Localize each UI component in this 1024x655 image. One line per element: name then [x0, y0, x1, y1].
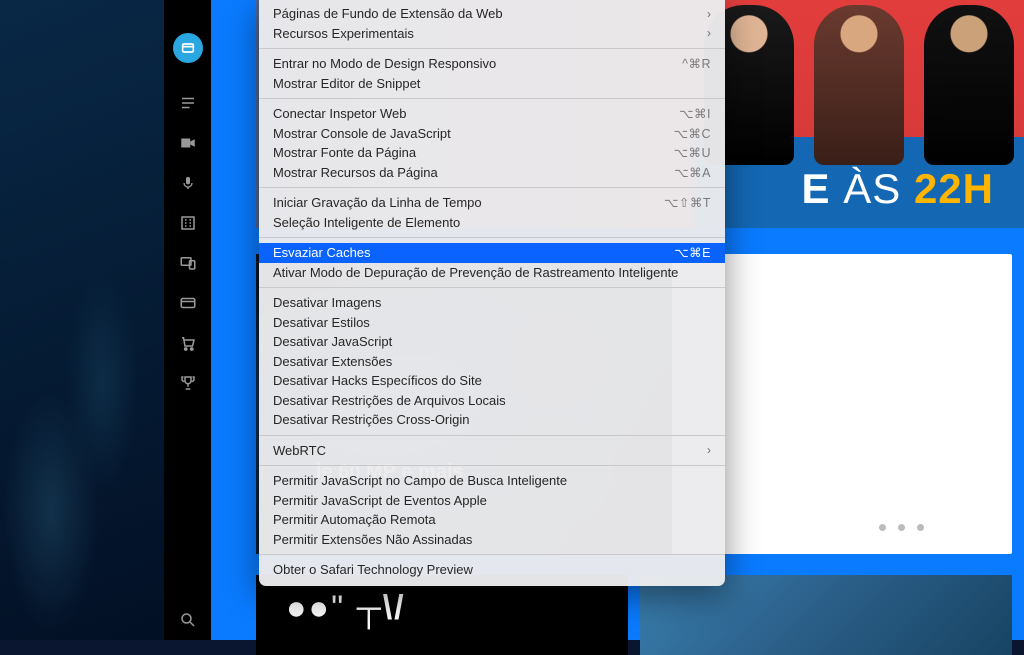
- menu-item[interactable]: Mostrar Editor de Snippet: [259, 74, 725, 94]
- menu-item-shortcut: ⌥⌘I: [679, 106, 711, 121]
- strip-tile-tv[interactable]: ●●" ┬\/: [256, 575, 628, 655]
- menu-item-shortcut: ⌥⌘C: [674, 126, 711, 141]
- menu-item[interactable]: Ativar Modo de Depuração de Prevenção de…: [259, 263, 725, 283]
- menu-item-label: Desativar Hacks Específicos do Site: [273, 373, 482, 388]
- hero-person: [814, 5, 904, 165]
- cart-icon[interactable]: [178, 333, 198, 353]
- menu-item-label: Desativar Restrições de Arquivos Locais: [273, 393, 506, 408]
- develop-menu[interactable]: Páginas de Fundo de Extensão da Web›Recu…: [259, 0, 725, 586]
- menu-item-shortcut: ⌥⇧⌘T: [664, 195, 711, 210]
- menu-item-label: Seleção Inteligente de Elemento: [273, 215, 460, 230]
- menu-item-label: Permitir Automação Remota: [273, 512, 436, 527]
- building-icon[interactable]: [178, 213, 198, 233]
- chevron-right-icon: ›: [707, 26, 711, 40]
- menu-item[interactable]: Esvaziar Caches ⌥⌘E: [259, 243, 725, 263]
- menu-item-label: WebRTC: [273, 443, 326, 458]
- menu-item-label: Desativar JavaScript: [273, 334, 392, 349]
- menu-separator: [259, 98, 725, 99]
- devices-icon[interactable]: [178, 253, 198, 273]
- menu-item[interactable]: Páginas de Fundo de Extensão da Web ›: [259, 4, 725, 24]
- menu-item[interactable]: Desativar Hacks Específicos do Site: [259, 371, 725, 391]
- site-logo[interactable]: [173, 33, 203, 63]
- bottom-strip: ●●" ┬\/: [256, 575, 1012, 655]
- menu-item[interactable]: Obter o Safari Technology Preview: [259, 560, 725, 580]
- menu-item-label: Permitir Extensões Não Assinadas: [273, 532, 472, 547]
- menu-item[interactable]: Desativar JavaScript: [259, 332, 725, 352]
- menu-separator: [259, 287, 725, 288]
- chevron-right-icon: ›: [707, 443, 711, 457]
- menu-item-label: Desativar Imagens: [273, 295, 381, 310]
- menu-item-label: Esvaziar Caches: [273, 245, 371, 260]
- menu-item[interactable]: Permitir JavaScript de Eventos Apple: [259, 491, 725, 511]
- hero-text-prefix: E: [802, 165, 831, 212]
- menu-item[interactable]: Permitir Extensões Não Assinadas: [259, 530, 725, 550]
- menu-item-label: Mostrar Editor de Snippet: [273, 76, 420, 91]
- menu-item[interactable]: Desativar Restrições de Arquivos Locais: [259, 391, 725, 411]
- menu-separator: [259, 237, 725, 238]
- app-sidebar: [164, 0, 211, 640]
- menu-item-label: Iniciar Gravação da Linha de Tempo: [273, 195, 482, 210]
- mic-icon[interactable]: [178, 173, 198, 193]
- menu-item[interactable]: Permitir JavaScript no Campo de Busca In…: [259, 471, 725, 491]
- menu-separator: [259, 554, 725, 555]
- badge-icon[interactable]: [178, 293, 198, 313]
- menu-item-label: Permitir JavaScript de Eventos Apple: [273, 493, 487, 508]
- tv-logo-text: ●●" ┬\/: [286, 589, 406, 628]
- menu-item[interactable]: Desativar Estilos: [259, 313, 725, 333]
- menu-item-label: Ativar Modo de Depuração de Prevenção de…: [273, 265, 678, 280]
- hero-person: [924, 5, 1014, 165]
- menu-item[interactable]: Desativar Imagens: [259, 293, 725, 313]
- hero-text: E ÀS 22H: [802, 165, 994, 213]
- menu-item[interactable]: Seleção Inteligente de Elemento: [259, 213, 725, 233]
- menu-item-label: Permitir JavaScript no Campo de Busca In…: [273, 473, 567, 488]
- menu-separator: [259, 435, 725, 436]
- menu-item-label: Mostrar Fonte da Página: [273, 145, 416, 160]
- menu-item-shortcut: ⌥⌘A: [674, 165, 711, 180]
- menu-item[interactable]: Permitir Automação Remota: [259, 510, 725, 530]
- carousel-dot[interactable]: [917, 524, 924, 531]
- lines-icon[interactable]: [178, 93, 198, 113]
- menu-item-label: Mostrar Console de JavaScript: [273, 126, 451, 141]
- menu-separator: [259, 48, 725, 49]
- menu-item-label: Desativar Extensões: [273, 354, 392, 369]
- menu-item[interactable]: Conectar Inspetor Web ⌥⌘I: [259, 104, 725, 124]
- camera-icon[interactable]: [178, 133, 198, 153]
- menu-item-shortcut: ⌥⌘E: [674, 245, 711, 260]
- menu-item-label: Desativar Estilos: [273, 315, 370, 330]
- menu-item-shortcut: ^⌘R: [682, 56, 711, 71]
- menu-item-label: Obter o Safari Technology Preview: [273, 562, 473, 577]
- menu-item-label: Recursos Experimentais: [273, 26, 414, 41]
- menu-item[interactable]: WebRTC ›: [259, 441, 725, 461]
- menu-item-label: Mostrar Recursos da Página: [273, 165, 438, 180]
- search-icon[interactable]: [178, 610, 198, 630]
- trophy-icon[interactable]: [178, 373, 198, 393]
- menu-item-label: Conectar Inspetor Web: [273, 106, 406, 121]
- menu-item-shortcut: ⌥⌘U: [674, 145, 711, 160]
- menu-item-label: Entrar no Modo de Design Responsivo: [273, 56, 496, 71]
- carousel-dots[interactable]: [879, 524, 924, 531]
- menu-item[interactable]: Iniciar Gravação da Linha de Tempo ⌥⇧⌘T: [259, 193, 725, 213]
- menu-item-label: Páginas de Fundo de Extensão da Web: [273, 6, 503, 21]
- menu-item[interactable]: Mostrar Console de JavaScript ⌥⌘C: [259, 124, 725, 144]
- menu-item[interactable]: Desativar Restrições Cross-Origin: [259, 410, 725, 430]
- menu-item-label: Desativar Restrições Cross-Origin: [273, 412, 470, 427]
- menu-item[interactable]: Mostrar Fonte da Página ⌥⌘U: [259, 143, 725, 163]
- menu-item[interactable]: Mostrar Recursos da Página ⌥⌘A: [259, 163, 725, 183]
- carousel-dot[interactable]: [879, 524, 886, 531]
- hero-text-time: 22H: [914, 165, 994, 212]
- carousel-dot[interactable]: [898, 524, 905, 531]
- strip-tile-soccer[interactable]: [640, 575, 1012, 655]
- menu-item[interactable]: Desativar Extensões: [259, 352, 725, 372]
- menu-item[interactable]: Recursos Experimentais ›: [259, 24, 725, 44]
- menu-item[interactable]: Entrar no Modo de Design Responsivo ^⌘R: [259, 54, 725, 74]
- chevron-right-icon: ›: [707, 7, 711, 21]
- menu-separator: [259, 465, 725, 466]
- hero-text-thin: ÀS: [843, 165, 901, 212]
- wallpaper-fern: [0, 0, 170, 640]
- menu-separator: [259, 187, 725, 188]
